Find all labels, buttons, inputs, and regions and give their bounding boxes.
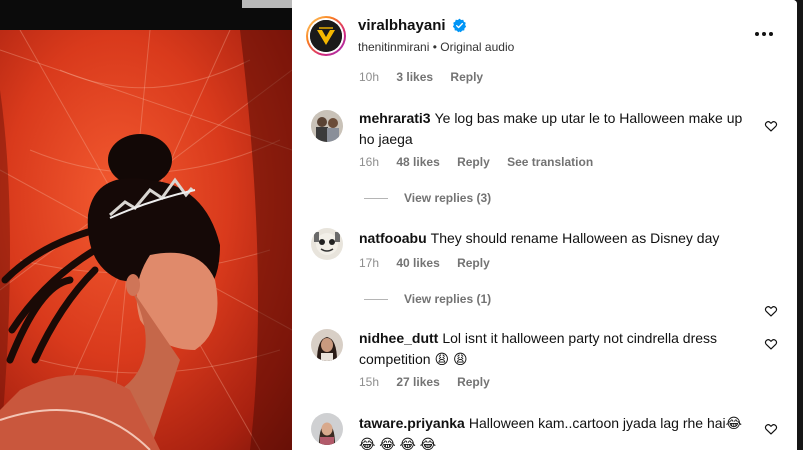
brand-logo-icon — [310, 20, 342, 52]
reply-button[interactable]: Reply — [457, 155, 490, 169]
commenter-username[interactable]: natfooabu — [359, 230, 427, 246]
avatar-photo — [311, 110, 343, 142]
commenter-username[interactable]: taware.priyanka — [359, 415, 465, 431]
verified-badge-icon — [452, 18, 467, 33]
v-logo-icon — [310, 20, 342, 52]
comment-meta: 17h 40 likes Reply — [359, 256, 504, 270]
comment-body: mehrarati3 Ye log bas make up utar le to … — [359, 108, 749, 150]
heart-icon[interactable] — [764, 422, 778, 436]
comment-meta: 15h 27 likes Reply — [359, 375, 504, 389]
comment-time: 15h — [359, 375, 380, 389]
comment-body: taware.priyanka Halloween kam..cartoon jy… — [359, 413, 749, 450]
comment-likes[interactable]: 27 likes — [396, 375, 439, 389]
replies-divider — [364, 198, 388, 200]
comment-body: nidhee_dutt Lol isnt it halloween party n… — [359, 328, 749, 370]
author-avatar[interactable] — [306, 16, 346, 56]
more-options-icon[interactable] — [752, 24, 776, 44]
comment-likes[interactable]: 40 likes — [396, 256, 439, 270]
avatar-ring — [308, 18, 344, 54]
video-frame-illustration — [0, 30, 292, 450]
comment-time: 17h — [359, 256, 380, 270]
commenter-username[interactable]: mehrarati3 — [359, 110, 431, 126]
comment-time: 10h — [359, 70, 380, 84]
author-username[interactable]: viralbhayani — [358, 17, 446, 34]
heart-icon[interactable] — [764, 337, 778, 351]
commenter-username[interactable]: nidhee_dutt — [359, 330, 438, 346]
replies-divider — [364, 299, 388, 301]
heart-icon[interactable] — [764, 119, 778, 133]
commenter-avatar[interactable] — [311, 110, 343, 142]
reply-button[interactable]: Reply — [457, 256, 490, 270]
comments-panel: viralbhayani thenitinmirani • Original a… — [292, 0, 797, 450]
view-replies-label: View replies (3) — [404, 191, 492, 205]
view-replies-button[interactable]: View replies (3) — [364, 191, 491, 205]
comment-body: natfooabu They should rename Halloween as… — [359, 228, 749, 249]
avatar-photo — [311, 228, 343, 260]
view-replies-label: View replies (1) — [404, 292, 492, 306]
commenter-avatar[interactable] — [311, 413, 343, 445]
heart-icon[interactable] — [764, 304, 778, 318]
commenter-avatar[interactable] — [311, 329, 343, 361]
comment-text: They should rename Halloween as Disney d… — [430, 230, 720, 246]
comment-likes[interactable]: 48 likes — [396, 155, 439, 169]
reply-button[interactable]: Reply — [450, 70, 483, 84]
reply-button[interactable]: Reply — [457, 375, 490, 389]
see-translation-button[interactable]: See translation — [507, 155, 593, 169]
window-edge — [797, 0, 803, 450]
avatar-photo — [311, 329, 343, 361]
partial-comment-meta: 10h 3 likes Reply — [359, 70, 497, 84]
comment-time: 16h — [359, 155, 380, 169]
comments-list: 10h 3 likes Reply mehrarati3 Ye log bas m… — [292, 68, 797, 450]
post-header: viralbhayani thenitinmirani • Original a… — [292, 0, 797, 68]
view-replies-button[interactable]: View replies (1) — [364, 292, 491, 306]
background-light-spot — [242, 0, 298, 8]
comment-likes[interactable]: 3 likes — [396, 70, 433, 84]
commenter-avatar[interactable] — [311, 228, 343, 260]
audio-attribution[interactable]: thenitinmirani • Original audio — [358, 40, 514, 54]
avatar-photo — [311, 413, 343, 445]
reel-video[interactable] — [0, 30, 292, 450]
comment-meta: 16h 48 likes Reply See translation — [359, 155, 607, 169]
